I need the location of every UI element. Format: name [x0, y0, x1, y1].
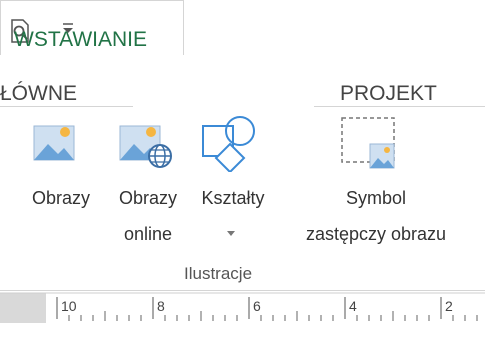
online-pictures-label-2: online: [123, 224, 173, 244]
ruler-tick-label: 4: [349, 298, 357, 314]
placeholder-label-1: Symbol: [345, 188, 407, 208]
ruler-tick-label: 2: [445, 298, 453, 314]
tab-insert-label: WSTAWIANIE: [14, 28, 147, 51]
picture-placeholder-icon: [341, 117, 395, 169]
ruler-tick-label: 8: [157, 298, 165, 314]
shapes-label: Kształty: [201, 188, 265, 208]
tab-insert[interactable]: WSTAWIANIE: [0, 0, 184, 55]
chevron-down-icon[interactable]: [226, 230, 236, 238]
shapes-icon: [202, 116, 255, 172]
picture-placeholder-button[interactable]: Symbol zastępczy obrazu: [276, 112, 476, 257]
tab-home[interactable]: ŁÓWNE: [0, 82, 77, 106]
pictures-button[interactable]: Obrazy: [22, 112, 100, 222]
horizontal-ruler[interactable]: 10 8 6 4 2: [0, 291, 485, 337]
online-pictures-button[interactable]: Obrazy online: [106, 112, 190, 257]
pictures-label: Obrazy: [31, 188, 91, 208]
tab-divider: [0, 106, 133, 107]
ruler-tick-label: 6: [253, 298, 261, 314]
placeholder-label-2: zastępczy obrazu: [305, 224, 447, 244]
online-pictures-label-1: Obrazy: [118, 188, 178, 208]
tab-design[interactable]: PROJEKT: [340, 82, 437, 106]
ribbon-window: ŁÓWNE WSTAWIANIE PROJEKT Obrazy Obrazy o…: [0, 0, 485, 337]
tab-divider: [314, 106, 485, 107]
online-picture-icon: [119, 125, 172, 168]
picture-icon: [33, 125, 75, 161]
shapes-button[interactable]: Kształty: [190, 112, 276, 257]
ruler-tick-label: 10: [61, 298, 77, 314]
group-label-illustrations: Ilustracje: [184, 264, 253, 283]
